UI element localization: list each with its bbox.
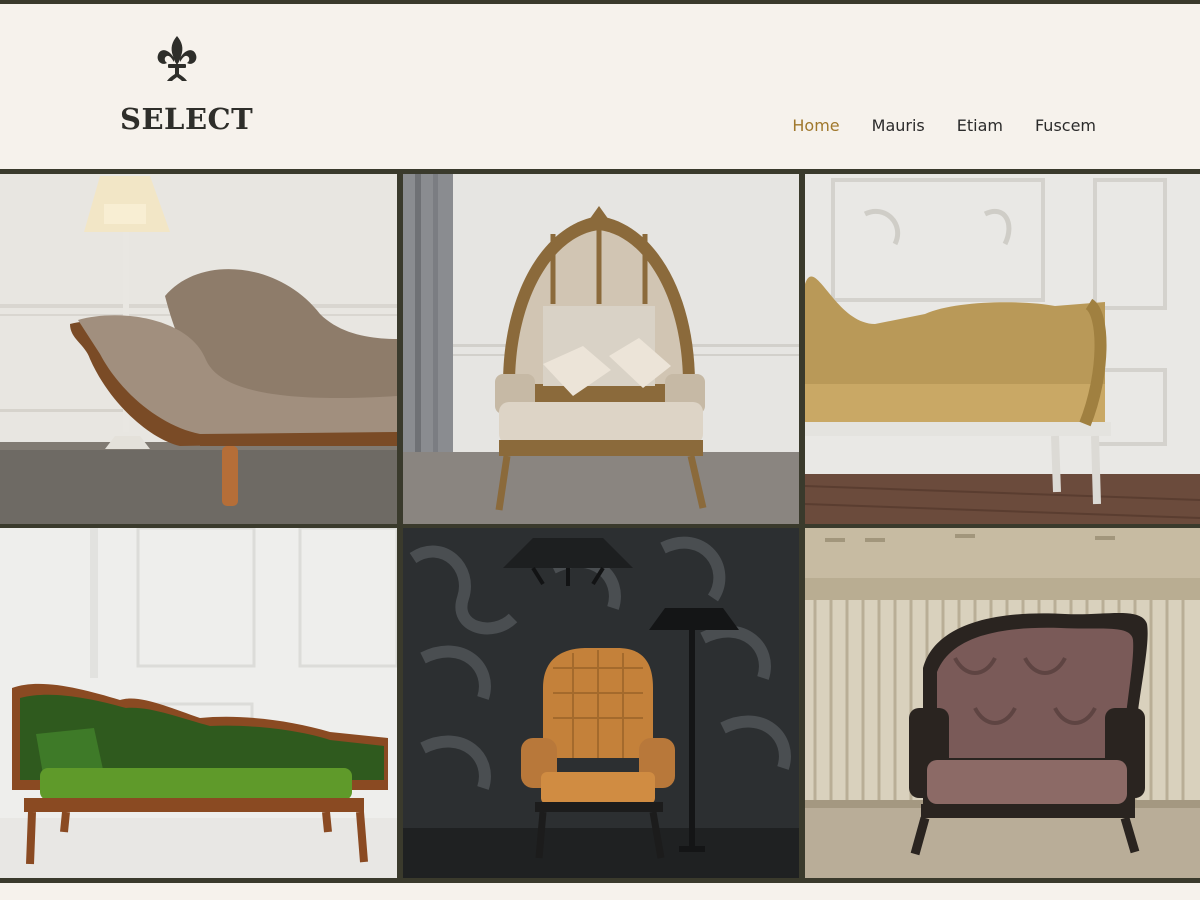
gallery-tile-damask-armchair[interactable] bbox=[805, 528, 1200, 878]
gallery-grid bbox=[0, 174, 1200, 878]
gallery-tile-green-sofa[interactable] bbox=[0, 528, 397, 878]
fleur-de-lis-icon bbox=[157, 36, 197, 81]
nav-item-fuscem[interactable]: Fuscem bbox=[1035, 116, 1096, 135]
nav-item-home[interactable]: Home bbox=[792, 116, 839, 135]
nav-item-etiam[interactable]: Etiam bbox=[957, 116, 1003, 135]
site-logo[interactable]: SELECT bbox=[118, 32, 253, 142]
canopy-chair-image bbox=[403, 174, 799, 524]
leather-chair-image bbox=[403, 528, 799, 878]
gallery-tile-chaise-longue[interactable] bbox=[0, 174, 397, 524]
page-footer bbox=[0, 883, 1200, 900]
main-nav: Home Mauris Etiam Fuscem bbox=[760, 116, 1096, 135]
chaise-longue-image bbox=[0, 174, 397, 524]
gallery-tile-canopy-chair[interactable] bbox=[403, 174, 799, 524]
nav-item-mauris[interactable]: Mauris bbox=[872, 116, 925, 135]
site-header: SELECT Home Mauris Etiam Fuscem bbox=[0, 4, 1200, 169]
gallery-tile-gilded-settee[interactable] bbox=[805, 174, 1200, 524]
logo-wordmark: SELECT bbox=[120, 102, 254, 136]
gallery-tile-leather-chair[interactable] bbox=[403, 528, 799, 878]
green-sofa-image bbox=[0, 528, 397, 878]
gilded-settee-image bbox=[805, 174, 1200, 524]
damask-armchair-image bbox=[805, 528, 1200, 878]
